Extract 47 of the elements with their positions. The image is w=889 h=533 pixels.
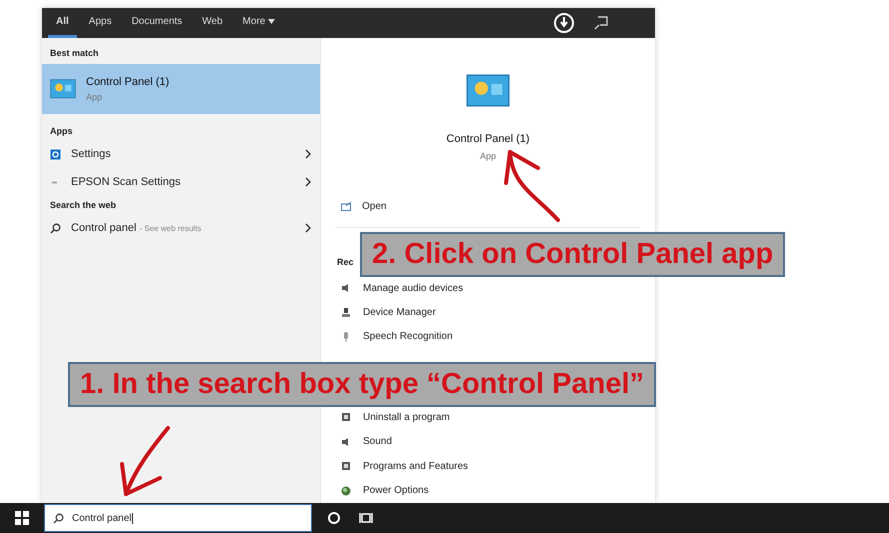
control-panel-icon xyxy=(50,79,76,99)
gear-icon xyxy=(50,148,61,160)
filter-tab[interactable]: Apps xyxy=(80,8,120,38)
instruction-callout: 1. In the search box type “Control Panel” xyxy=(68,362,656,407)
circle-icon xyxy=(327,511,341,525)
speaker-icon xyxy=(341,436,351,447)
app-title: Control Panel (1) xyxy=(446,133,530,145)
recent-item[interactable]: Programs and Features xyxy=(321,454,655,479)
section-heading: Apps xyxy=(49,125,74,138)
recent-item[interactable]: Power Options xyxy=(321,478,655,504)
app-result[interactable]: EPSON Scan Settings xyxy=(42,168,320,196)
annotation-arrow xyxy=(504,150,560,222)
instruction-callout: 2. Click on Control Panel app xyxy=(360,232,786,277)
taskbar-search-field[interactable]: Control panel xyxy=(44,504,312,532)
recent-item[interactable]: Uninstall a program xyxy=(321,405,655,430)
annotation-arrow xyxy=(120,426,170,496)
section-heading: Search the web xyxy=(49,199,118,212)
windows-icon xyxy=(15,511,29,525)
control-panel-icon xyxy=(466,74,510,107)
filter-tab[interactable]: More xyxy=(234,8,284,38)
globe-icon xyxy=(341,486,351,496)
section-heading: Best match xyxy=(49,47,100,60)
web-result[interactable]: Control panel - See web results xyxy=(42,214,320,242)
chevron-icon xyxy=(305,149,312,159)
device-icon xyxy=(341,308,351,318)
microphone-icon xyxy=(341,332,351,342)
search-icon xyxy=(50,222,61,234)
open-action[interactable]: Open xyxy=(321,195,655,219)
chevron-icon xyxy=(305,223,312,233)
program-icon xyxy=(341,412,351,422)
recent-item[interactable]: Manage audio devices xyxy=(321,276,655,300)
app-type: App xyxy=(480,151,496,161)
program-icon xyxy=(341,461,351,472)
app-result[interactable]: Settings xyxy=(42,140,320,168)
speaker-icon xyxy=(341,283,351,294)
filter-tab[interactable]: Web xyxy=(194,8,231,38)
recent-item[interactable]: Sound xyxy=(321,430,655,454)
search-icon xyxy=(53,512,64,524)
filter-tab[interactable]: Documents xyxy=(124,8,190,38)
section-heading: Rec xyxy=(337,256,354,267)
recent-item[interactable]: Speech Recognition xyxy=(321,324,655,350)
open-icon xyxy=(341,202,352,212)
caret-icon xyxy=(268,19,276,24)
task-view-icon xyxy=(359,512,373,524)
chevron-icon xyxy=(305,177,312,187)
recent-item[interactable]: Device Manager xyxy=(321,300,655,325)
best-match-item[interactable]: Control Panel (1) App xyxy=(42,64,320,114)
